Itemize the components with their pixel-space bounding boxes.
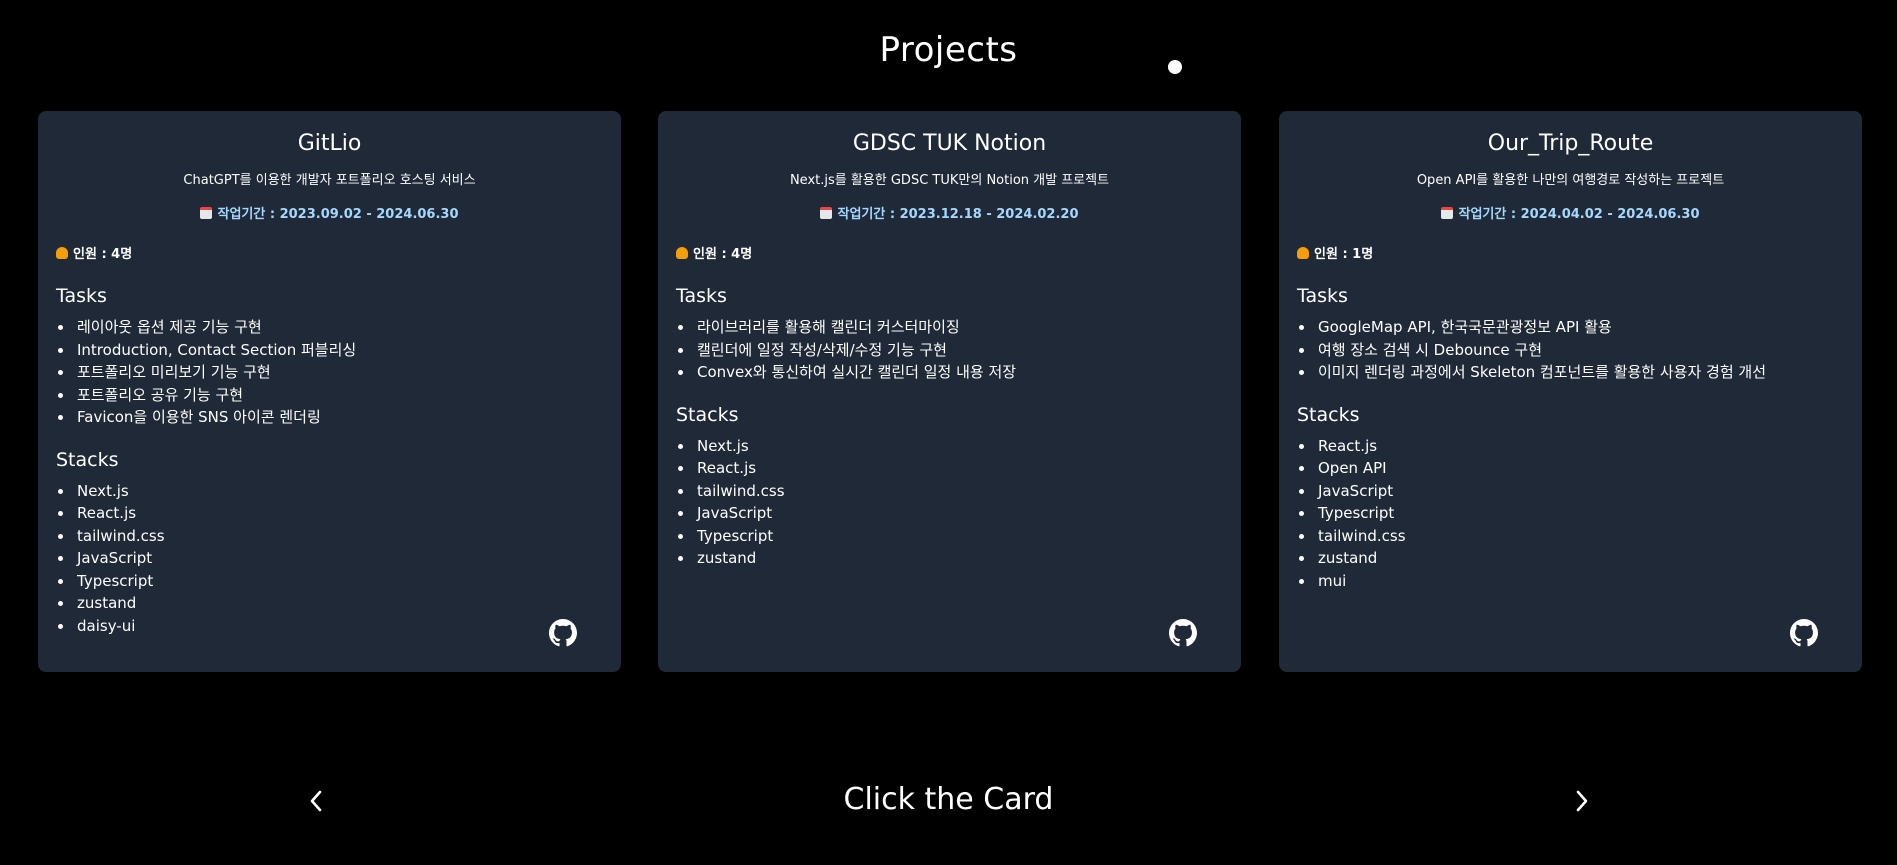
card-members: 인원 : 4명 <box>56 247 603 263</box>
stack-item: Next.js <box>56 480 603 503</box>
card-description: ChatGPT를 이용한 개발자 포트폴리오 호스팅 서비스 <box>183 173 476 188</box>
stack-item: React.js <box>676 457 1223 480</box>
stack-item: tailwind.css <box>1297 525 1844 548</box>
task-item: 여행 장소 검색 시 Debounce 구현 <box>1297 339 1844 362</box>
github-icon[interactable] <box>1790 619 1818 647</box>
card-description: Open API를 활용한 나만의 여행경로 작성하는 프로젝트 <box>1416 173 1725 188</box>
stack-item: zustand <box>676 547 1223 570</box>
stack-item: tailwind.css <box>676 480 1223 503</box>
person-icon <box>676 247 688 259</box>
stack-item: tailwind.css <box>56 525 603 548</box>
projects-page: Projects GitLio ChatGPT를 이용한 개발자 포트폴리오 호… <box>0 0 1897 865</box>
stack-item: daisy-ui <box>56 615 603 638</box>
task-item: 포트폴리오 공유 기능 구현 <box>56 384 603 407</box>
calendar-icon <box>1441 207 1454 219</box>
task-item: 캘린더에 일정 작성/삭제/수정 기능 구현 <box>676 339 1223 362</box>
stack-item: Next.js <box>676 435 1223 458</box>
person-icon <box>1297 247 1309 259</box>
card-title: Our_Trip_Route <box>1487 131 1654 156</box>
task-item: 레이아웃 옵션 제공 기능 구현 <box>56 316 603 339</box>
task-item: 이미지 렌더링 과정에서 Skeleton 컴포넌트를 활용한 사용자 경험 개… <box>1297 361 1844 384</box>
github-icon[interactable] <box>1169 619 1197 647</box>
card-members-text: 인원 : 1명 <box>1314 247 1374 262</box>
stack-item: zustand <box>56 592 603 615</box>
card-period-text: 작업기간 : 2023.12.18 - 2024.02.20 <box>837 207 1079 222</box>
stack-item: Open API <box>1297 457 1844 480</box>
task-item: 라이브러리를 활용해 캘린더 커스터마이징 <box>676 316 1223 339</box>
stack-item: zustand <box>1297 547 1844 570</box>
task-item: GoogleMap API, 한국국문관광정보 API 활용 <box>1297 316 1844 339</box>
stacks-list: React.js Open API JavaScript Typescript … <box>1297 435 1844 593</box>
card-period: 작업기간 : 2023.12.18 - 2024.02.20 <box>676 207 1223 223</box>
card-members-text: 인원 : 4명 <box>73 247 133 262</box>
stacks-heading: Stacks <box>56 448 119 471</box>
card-period: 작업기간 : 2023.09.02 - 2024.06.30 <box>56 207 603 223</box>
stack-item: React.js <box>56 502 603 525</box>
stack-item: Typescript <box>676 525 1223 548</box>
person-icon <box>56 247 68 259</box>
stacks-list: Next.js React.js tailwind.css JavaScript… <box>56 480 603 638</box>
github-icon[interactable] <box>549 619 577 647</box>
stack-item: JavaScript <box>56 547 603 570</box>
card-title: GDSC TUK Notion <box>852 131 1047 156</box>
stack-item: JavaScript <box>1297 480 1844 503</box>
card-title: GitLio <box>297 131 362 156</box>
tasks-list: 라이브러리를 활용해 캘린더 커스터마이징 캘린더에 일정 작성/삭제/수정 기… <box>676 316 1223 384</box>
stack-item: React.js <box>1297 435 1844 458</box>
next-button[interactable] <box>1568 786 1596 816</box>
task-item: Favicon을 이용한 SNS 아이콘 렌더링 <box>56 406 603 429</box>
tasks-heading: Tasks <box>676 285 727 307</box>
tasks-list: 레이아웃 옵션 제공 기능 구현 Introduction, Contact S… <box>56 316 603 429</box>
calendar-icon <box>820 207 833 219</box>
calendar-icon <box>200 207 213 219</box>
click-card-hint: Click the Card <box>843 782 1054 817</box>
stacks-list: Next.js React.js tailwind.css JavaScript… <box>676 435 1223 570</box>
stacks-heading: Stacks <box>1297 403 1360 426</box>
card-members: 인원 : 4명 <box>676 247 1223 263</box>
tasks-heading: Tasks <box>56 285 107 307</box>
stack-item: Typescript <box>56 570 603 593</box>
task-item: Convex와 통신하여 실시간 캘린더 일정 내용 저장 <box>676 361 1223 384</box>
project-card-gdsc-tuk-notion[interactable]: GDSC TUK Notion Next.js를 활용한 GDSC TUK만의 … <box>658 111 1241 672</box>
card-period: 작업기간 : 2024.04.02 - 2024.06.30 <box>1297 207 1844 223</box>
project-card-gitlio[interactable]: GitLio ChatGPT를 이용한 개발자 포트폴리오 호스팅 서비스 작업… <box>38 111 621 672</box>
card-members-text: 인원 : 4명 <box>693 247 753 262</box>
task-item: 포트폴리오 미리보기 기능 구현 <box>56 361 603 384</box>
card-period-text: 작업기간 : 2023.09.02 - 2024.06.30 <box>217 207 459 222</box>
stack-item: Typescript <box>1297 502 1844 525</box>
card-description: Next.js를 활용한 GDSC TUK만의 Notion 개발 프로젝트 <box>789 173 1110 188</box>
tasks-list: GoogleMap API, 한국국문관광정보 API 활용 여행 장소 검색 … <box>1297 316 1844 384</box>
stacks-heading: Stacks <box>676 403 739 426</box>
stack-item: mui <box>1297 570 1844 593</box>
task-item: Introduction, Contact Section 퍼블리싱 <box>56 339 603 362</box>
carousel-indicator-dot <box>1168 60 1182 74</box>
project-card-our-trip-route[interactable]: Our_Trip_Route Open API를 활용한 나만의 여행경로 작성… <box>1279 111 1862 672</box>
chevron-right-icon <box>1576 790 1588 812</box>
card-period-text: 작업기간 : 2024.04.02 - 2024.06.30 <box>1458 207 1700 222</box>
page-title: Projects <box>879 30 1018 70</box>
stack-item: JavaScript <box>676 502 1223 525</box>
card-members: 인원 : 1명 <box>1297 247 1844 263</box>
tasks-heading: Tasks <box>1297 285 1348 307</box>
